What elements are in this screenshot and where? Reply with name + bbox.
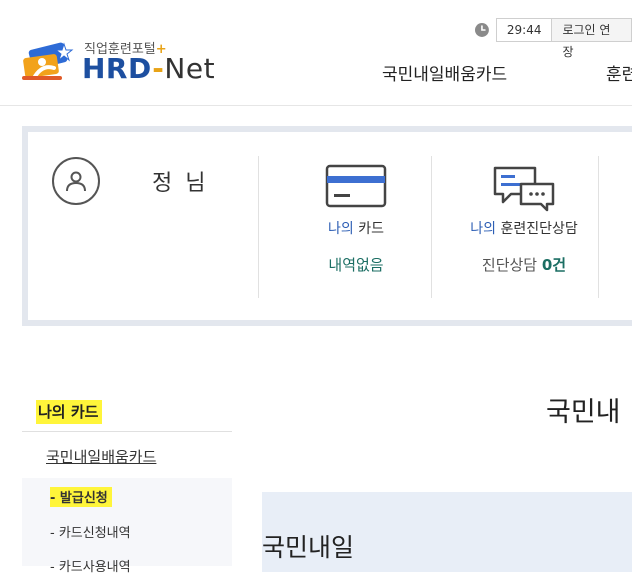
- user-name: 정 님: [152, 171, 209, 196]
- training-consult-label: 나의 훈련진단상담: [470, 221, 578, 237]
- sidebar-item-apply[interactable]: - 발급신청: [50, 487, 112, 507]
- site-header: 직업훈련포털+ HRD-Net 29:44 로그인 연장 국민내일배움카드 훈련: [0, 0, 632, 106]
- my-card-label: 나의 카드: [328, 221, 384, 237]
- training-consult-value[interactable]: 진단상담 0건: [438, 254, 610, 275]
- page-title: 국민내: [546, 397, 621, 428]
- extend-login-button[interactable]: 로그인 연장: [552, 18, 632, 59]
- nav-item-training[interactable]: 훈련: [606, 60, 632, 85]
- nav-item-learning-card[interactable]: 국민내일배움카드: [382, 60, 507, 85]
- sidebar-submenu: - 발급신청 - 카드신청내역 - 카드사용내역: [22, 478, 232, 575]
- credit-card-icon: [325, 164, 387, 208]
- my-summary-panel: 정 님 나의 카드 내역없음 나의 훈련진단상담 진단상담 0건: [22, 126, 632, 326]
- person-icon: [66, 171, 86, 192]
- training-consult-stat[interactable]: 나의 훈련진단상담 진단상담 0건: [438, 164, 610, 304]
- sidebar-title: 나의 카드: [22, 392, 232, 432]
- timer-display: 29:44: [495, 18, 553, 42]
- hrd-net-logo[interactable]: 직업훈련포털+ HRD-Net: [20, 38, 220, 88]
- my-card-stat[interactable]: 나의 카드 내역없음: [270, 164, 442, 304]
- user-info: 정 님: [28, 132, 254, 320]
- sidebar-item-learning-card[interactable]: 국민내일배움카드: [46, 446, 156, 467]
- session-timer: 29:44 로그인 연장: [474, 18, 632, 59]
- user-avatar-icon: [52, 157, 100, 205]
- chat-bubbles-icon: [493, 166, 555, 212]
- divider: [598, 156, 599, 298]
- sidebar-item-card-application-history[interactable]: - 카드신청내역: [50, 522, 131, 541]
- divider: [431, 156, 432, 298]
- divider: [258, 156, 259, 298]
- content-banner-title: 국민내일: [262, 533, 355, 562]
- clock-icon: [474, 23, 489, 37]
- logo-wordmark: HRD-Net: [82, 52, 216, 85]
- my-card-value[interactable]: 내역없음: [270, 254, 442, 275]
- sidebar-title-text: 나의 카드: [36, 400, 103, 424]
- logo-mark-icon: [22, 42, 74, 80]
